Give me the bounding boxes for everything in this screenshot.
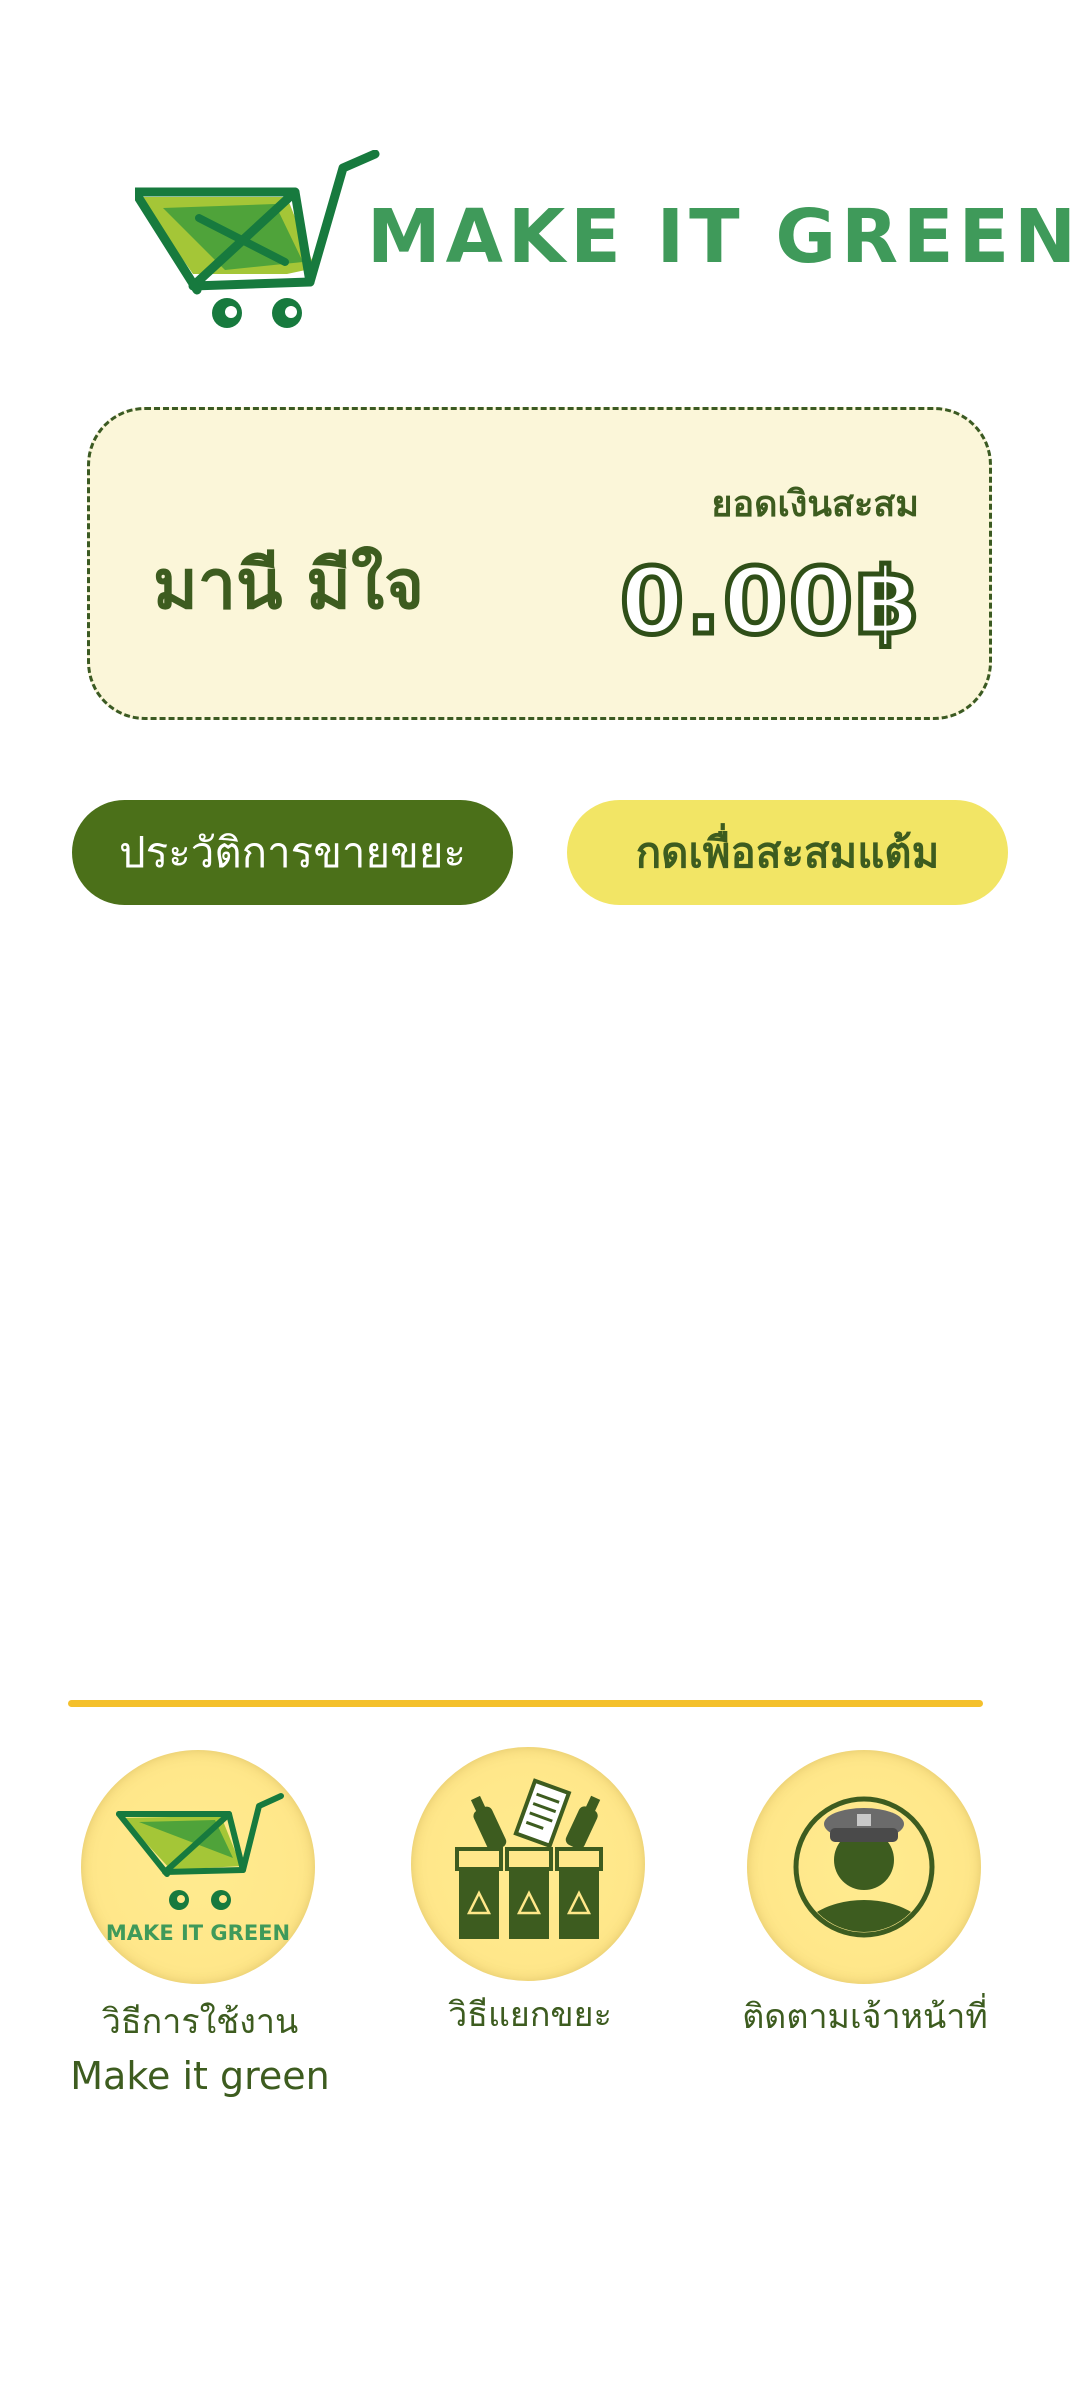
shopping-cart-icon xyxy=(135,150,380,328)
balance-amount: 0.00฿ xyxy=(617,546,921,658)
menu-label-line2: Make it green xyxy=(70,2054,330,2098)
collect-points-button[interactable]: กดเพื่อสะสมแต้ม xyxy=(567,800,1008,905)
officer-icon xyxy=(747,1750,981,1984)
menu-label-line1: วิธีการใช้งาน xyxy=(101,2002,299,2042)
menu-label-how-to-use: วิธีการใช้งาน Make it green xyxy=(60,1995,340,2103)
menu-logo-text: MAKE IT GREEN xyxy=(106,1921,290,1945)
sales-history-button[interactable]: ประวัติการขายขยะ xyxy=(72,800,513,905)
user-name: มานี มีใจ xyxy=(153,546,425,625)
balance-label: ยอดเงินสะสม xyxy=(711,484,919,525)
menu-label-track-officer: ติดตามเจ้าหน้าที่ xyxy=(725,1990,1005,2044)
collect-points-button-label: กดเพื่อสะสมแต้ม xyxy=(635,827,940,877)
app-logo: MAKE IT GREEN xyxy=(135,150,1076,340)
logo-title: MAKE IT GREEN xyxy=(367,194,1080,280)
divider xyxy=(68,1700,983,1707)
menu-label-sort-waste: วิธีแยกขยะ xyxy=(390,1988,670,2042)
sales-history-button-label: ประวัติการขายขยะ xyxy=(119,827,466,877)
recycling-bins-icon xyxy=(411,1747,645,1981)
menu-label-line1: ติดตามเจ้าหน้าที่ xyxy=(742,1997,988,2037)
menu-label-line1: วิธีแยกขยะ xyxy=(448,1995,612,2035)
make-it-green-logo-icon: MAKE IT GREEN xyxy=(81,1750,315,1984)
balance-card: มานี มีใจ ยอดเงินสะสม 0.00฿ xyxy=(87,407,992,720)
